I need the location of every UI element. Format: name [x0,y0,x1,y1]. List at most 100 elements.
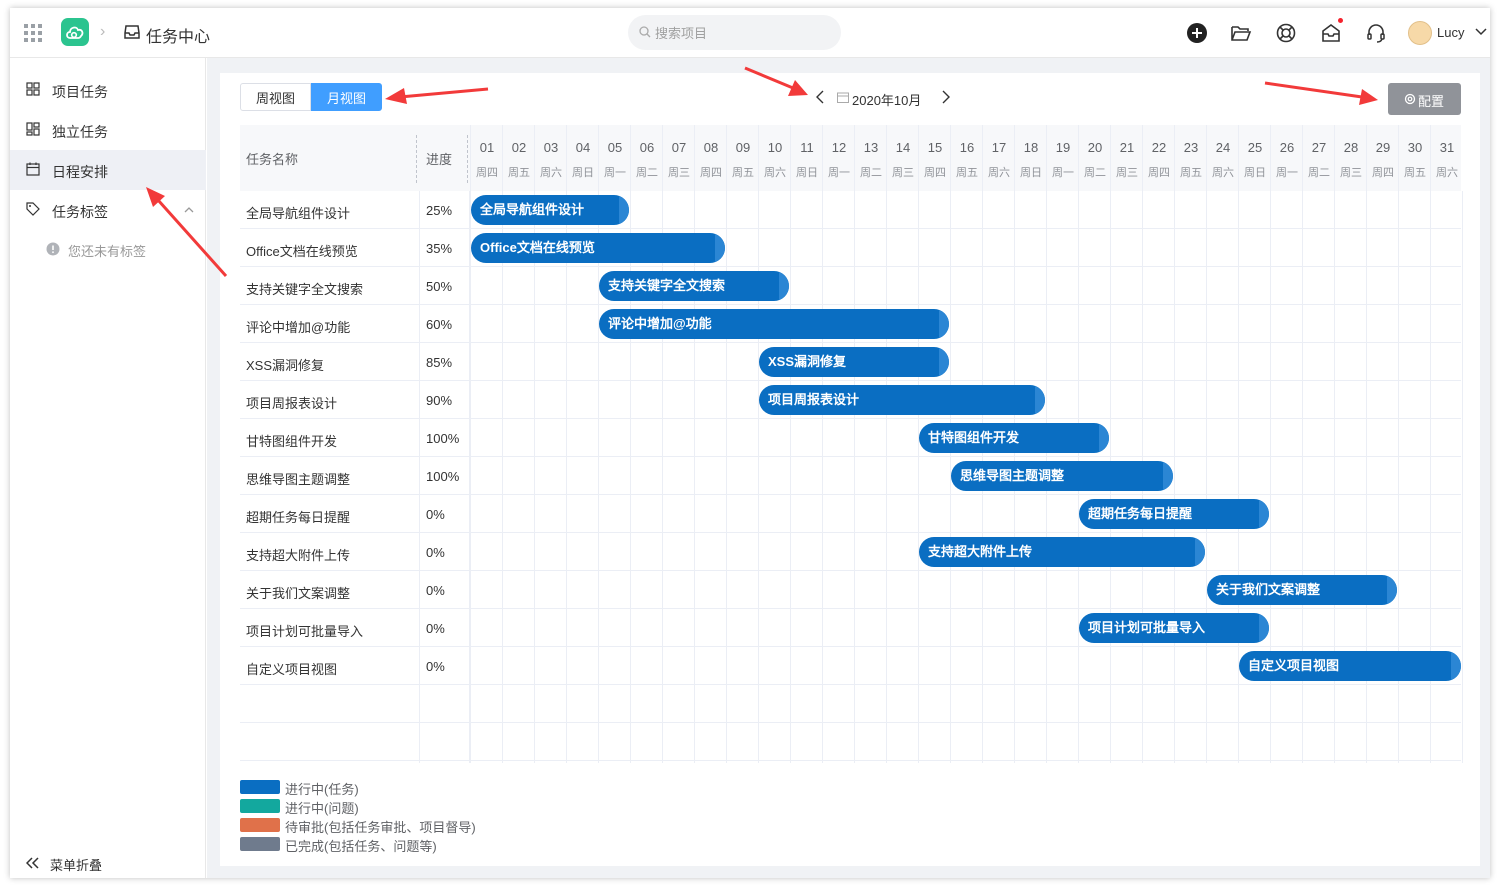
column-resizer[interactable] [416,135,417,183]
table-row[interactable]: XSS漏洞修复 85% XSS漏洞修复 [240,343,1461,381]
calendar-icon [26,162,40,176]
day-column-header: 03 周六 [534,125,566,191]
progress-header: 进度 [426,152,453,167]
search-box[interactable] [628,15,841,50]
config-button[interactable]: 配置 [1388,83,1461,115]
collapse-menu-button[interactable]: 菜单折叠 [10,850,206,878]
folder-open-icon[interactable] [1230,22,1252,44]
day-number: 11 [800,140,814,155]
chevron-right-icon[interactable] [941,90,951,104]
cloud-logo-icon[interactable] [61,18,89,46]
table-row[interactable]: 关于我们文案调整 0% 关于我们文案调整 [240,571,1461,609]
gantt-bar-resize-handle[interactable] [619,195,629,225]
gantt-bar-resize-handle[interactable] [1163,461,1173,491]
sidebar-item-task-tags[interactable]: 任务标签 [10,190,206,230]
gantt-bar[interactable]: 自定义项目视图 [1239,651,1461,681]
gantt-bar-resize-handle[interactable] [1195,537,1205,567]
table-row[interactable]: 支持关键字全文搜索 50% 支持关键字全文搜索 [240,267,1461,305]
gantt-bar-resize-handle[interactable] [1035,385,1045,415]
grid-icon [26,82,40,96]
table-row[interactable]: 自定义项目视图 0% 自定义项目视图 [240,647,1461,685]
day-weekday: 周二 [860,167,882,179]
headset-icon[interactable] [1365,22,1387,44]
week-view-button[interactable]: 周视图 [240,83,312,111]
task-progress: 25% [426,203,453,218]
sidebar-item-standalone-tasks[interactable]: 独立任务 [10,110,206,150]
month-view-button[interactable]: 月视图 [311,83,383,111]
search-icon [639,26,651,38]
config-label: 配置 [1418,94,1445,109]
day-weekday: 周四 [1372,167,1394,179]
day-number: 24 [1215,140,1231,155]
table-row[interactable]: 甘特图组件开发 100% 甘特图组件开发 [240,419,1461,457]
gantt-bar[interactable]: 支持超大附件上传 [919,537,1205,567]
message-box-icon[interactable] [1320,22,1342,44]
column-resizer[interactable] [467,135,468,183]
day-weekday: 周五 [508,167,530,179]
gantt-bar-resize-handle[interactable] [1259,499,1269,529]
gantt-bar-resize-handle[interactable] [1451,651,1461,681]
task-progress: 0% [426,659,445,674]
day-column-header: 04 周日 [566,125,598,191]
day-column-header: 22 周四 [1142,125,1174,191]
day-column-header: 12 周一 [822,125,854,191]
chevron-left-icon[interactable] [815,90,825,104]
notification-dot [1338,18,1343,23]
table-row[interactable]: 评论中增加@功能 60% 评论中增加@功能 [240,305,1461,343]
table-row[interactable]: 思维导图主题调整 100% 思维导图主题调整 [240,457,1461,495]
day-number: 13 [863,140,879,155]
day-column-header: 11 周日 [790,125,822,191]
lifebuoy-icon[interactable] [1275,22,1297,44]
day-weekday: 周日 [1020,167,1042,179]
gantt-bar-resize-handle[interactable] [715,233,725,263]
table-row[interactable]: 支持超大附件上传 0% 支持超大附件上传 [240,533,1461,571]
task-name: 思维导图主题调整 [246,472,351,487]
month-label[interactable]: 2020年10月 [852,90,921,109]
gantt-bar[interactable]: 关于我们文案调整 [1207,575,1397,605]
sidebar-item-project-tasks[interactable]: 项目任务 [10,70,206,110]
app-title: 任务中心 [146,29,211,46]
table-row[interactable]: 全局导航组件设计 25% 全局导航组件设计 [240,191,1461,229]
task-progress: 0% [426,507,445,522]
table-row[interactable]: Office文档在线预览 35% Office文档在线预览 [240,229,1461,267]
gantt-bar[interactable]: XSS漏洞修复 [759,347,949,377]
gantt-bar-resize-handle[interactable] [939,309,949,339]
day-column-header: 05 周一 [598,125,630,191]
gantt-bar-resize-handle[interactable] [1099,423,1109,453]
gantt-bar[interactable]: 甘特图组件开发 [919,423,1109,453]
table-row [240,685,1461,723]
add-circle-icon[interactable] [1186,22,1208,44]
gantt-bar[interactable]: 项目周报表设计 [759,385,1045,415]
table-row[interactable]: 超期任务每日提醒 0% 超期任务每日提醒 [240,495,1461,533]
gantt-bar-label: 评论中增加@功能 [608,316,712,331]
gantt-bar-resize-handle[interactable] [1387,575,1397,605]
apps-grid-icon[interactable] [24,24,42,42]
task-progress: 50% [426,279,453,294]
chevron-down-icon[interactable] [1475,26,1487,38]
gantt-bar[interactable]: 全局导航组件设计 [471,195,629,225]
day-column-header: 10 周六 [758,125,790,191]
user-avatar[interactable] [1408,21,1432,45]
gantt-body: 全局导航组件设计 25% 全局导航组件设计 Office文档在线预览 35% Office… [240,191,1463,763]
gantt-bar[interactable]: 超期任务每日提醒 [1079,499,1269,529]
gantt-bar-resize-handle[interactable] [939,347,949,377]
gantt-bar-resize-handle[interactable] [779,271,789,301]
table-row[interactable]: 项目周报表设计 90% 项目周报表设计 [240,381,1461,419]
task-progress: 85% [426,355,453,370]
day-number: 23 [1183,140,1199,155]
gantt-bar[interactable]: Office文档在线预览 [471,233,725,263]
empty-tags-text: 您还未有标签 [68,244,147,259]
gantt-bar[interactable]: 思维导图主题调整 [951,461,1173,491]
gantt-bar[interactable]: 项目计划可批量导入 [1079,613,1269,643]
table-row[interactable]: 项目计划可批量导入 0% 项目计划可批量导入 [240,609,1461,647]
chevron-up-icon[interactable] [184,206,194,214]
gantt-bar[interactable]: 评论中增加@功能 [599,309,949,339]
sidebar-item-schedule[interactable]: 日程安排 [10,150,206,190]
day-number: 17 [991,140,1007,155]
gantt-bar-label: 自定义项目视图 [1248,658,1340,673]
day-weekday: 周六 [1436,167,1458,179]
user-name[interactable]: Lucy [1437,25,1464,40]
gantt-bar-resize-handle[interactable] [1259,613,1269,643]
gantt-bar[interactable]: 支持关键字全文搜索 [599,271,789,301]
search-input[interactable] [655,23,825,43]
